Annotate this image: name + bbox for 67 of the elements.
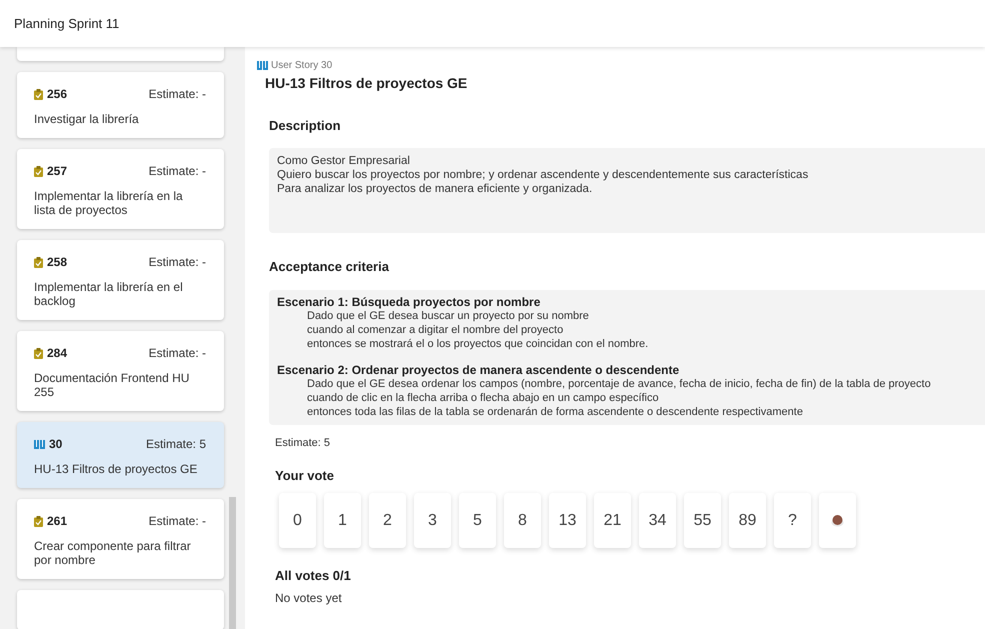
scenario-title: Escenario 1: Búsqueda proyectos por nombre	[277, 295, 542, 309]
clipboard-icon	[34, 166, 43, 176]
scenario-line: entonces toda las filas de la tabla se ordenarán de forma ascendente o descendente respectivamente	[306, 405, 803, 419]
item-estimate: Estimate: -	[148, 513, 206, 530]
vote-card[interactable]: 13	[549, 493, 586, 548]
vote-card[interactable]: 89	[729, 493, 766, 548]
item-id: 261	[47, 513, 68, 530]
vote-card[interactable]: 3	[414, 493, 451, 548]
description-line: Para analizar los proyectos de manera eficiente y organizada.	[277, 182, 592, 196]
book-icon	[257, 61, 268, 70]
item-title: Implementar la librería en el backlog	[34, 280, 184, 308]
vote-card[interactable]: 5	[459, 493, 496, 548]
clipboard-icon	[34, 256, 43, 268]
section-heading: All votes 0/1	[275, 567, 352, 585]
work-item-card[interactable]: 261 Estimate: - Crear componente para filtrar por nombre	[17, 499, 224, 579]
section-heading: Acceptance criteria	[269, 258, 390, 276]
clipboard-icon	[34, 348, 43, 358]
window-title: Planning Sprint 11	[14, 16, 120, 31]
section-heading: Description	[269, 117, 342, 135]
work-item-card[interactable]: 258 Estimate: - Implementar la librería en el backlog	[17, 240, 224, 320]
work-item-card[interactable]: 284 Estimate: - Documentación Frontend HU 255	[17, 331, 224, 411]
clipboard-icon	[34, 88, 43, 100]
item-heading: HU-13 Filtros de proyectos GE	[265, 74, 468, 93]
item-id: 30	[49, 436, 62, 453]
section-heading: Your vote	[275, 466, 335, 484]
vote-card[interactable]: 21	[594, 493, 631, 548]
item-estimate: Estimate: -	[148, 163, 206, 180]
item-id: 256	[47, 86, 68, 103]
item-type: User Story 30	[271, 59, 332, 73]
description-line: Como Gestor Empresarial	[277, 154, 410, 168]
item-id: 257	[47, 163, 68, 180]
vote-card[interactable]	[819, 493, 856, 548]
item-title: Documentación Frontend HU 255	[34, 371, 190, 399]
item-estimate: Estimate: 5	[146, 436, 206, 453]
vote-card[interactable]: 1	[324, 493, 361, 548]
vote-card[interactable]: 55	[684, 493, 721, 548]
work-item-card[interactable]: 30 Estimate: 5 HU-13 Filtros de proyectos GE	[17, 422, 224, 488]
item-estimate: Estimate: -	[148, 86, 206, 103]
scenario-line: entonces se mostrará el o los proyectos que coincidan con el nombre.	[306, 337, 648, 351]
description-line: Quiero buscar los proyectos por nombre; y ordenar ascendente y descendentemente sus características	[277, 168, 808, 182]
vote-card[interactable]: 0	[279, 493, 316, 548]
item-title: Investigar la librería	[34, 112, 140, 126]
item-id: 284	[47, 345, 68, 362]
scenario-title: Escenario 2: Ordenar proyectos de manera ascendente o descendente	[277, 363, 680, 377]
estimate-text: Estimate: 5	[275, 436, 332, 451]
vote-card[interactable]: ?	[774, 493, 811, 548]
work-item-card[interactable]: 257 Estimate: - Implementar la librería en la lista de proyectos	[17, 149, 224, 229]
scenario-line: Dado que el GE desea buscar un proyecto por su nombre	[306, 309, 589, 323]
vote-card[interactable]: 2	[369, 493, 406, 548]
book-icon	[34, 440, 45, 448]
scenario-line: cuando al comenzar a digitar el nombre del proyecto	[306, 323, 564, 337]
coffee-cup-icon	[831, 514, 844, 527]
clipboard-icon	[34, 516, 43, 526]
item-title: HU-13 Filtros de proyectos GE	[34, 462, 198, 476]
work-item-card[interactable]	[17, 47, 224, 61]
work-item-card[interactable]	[17, 590, 224, 629]
vote-card[interactable]: 8	[504, 493, 541, 548]
scenario-line: Dado que el GE desea ordenar los campos (nombre, porcentaje de avance, fecha de inicio, fecha de fin) de la tabla de proyecto	[306, 377, 931, 391]
vote-card[interactable]: 34	[639, 493, 676, 548]
item-estimate: Estimate: -	[148, 345, 206, 362]
item-estimate: Estimate: -	[148, 254, 206, 271]
item-id: 258	[47, 254, 68, 271]
work-item-card[interactable]: 256 Estimate: - Investigar la librería	[17, 72, 224, 138]
item-title: Crear componente para filtrar por nombre	[34, 539, 192, 567]
votes-text: No votes yet	[275, 590, 343, 606]
scenario-line: cuando de clic en la flecha arriba o flecha abajo en un campo específico	[306, 391, 659, 405]
item-title: Implementar la librería en la lista de proyectos	[34, 189, 184, 217]
